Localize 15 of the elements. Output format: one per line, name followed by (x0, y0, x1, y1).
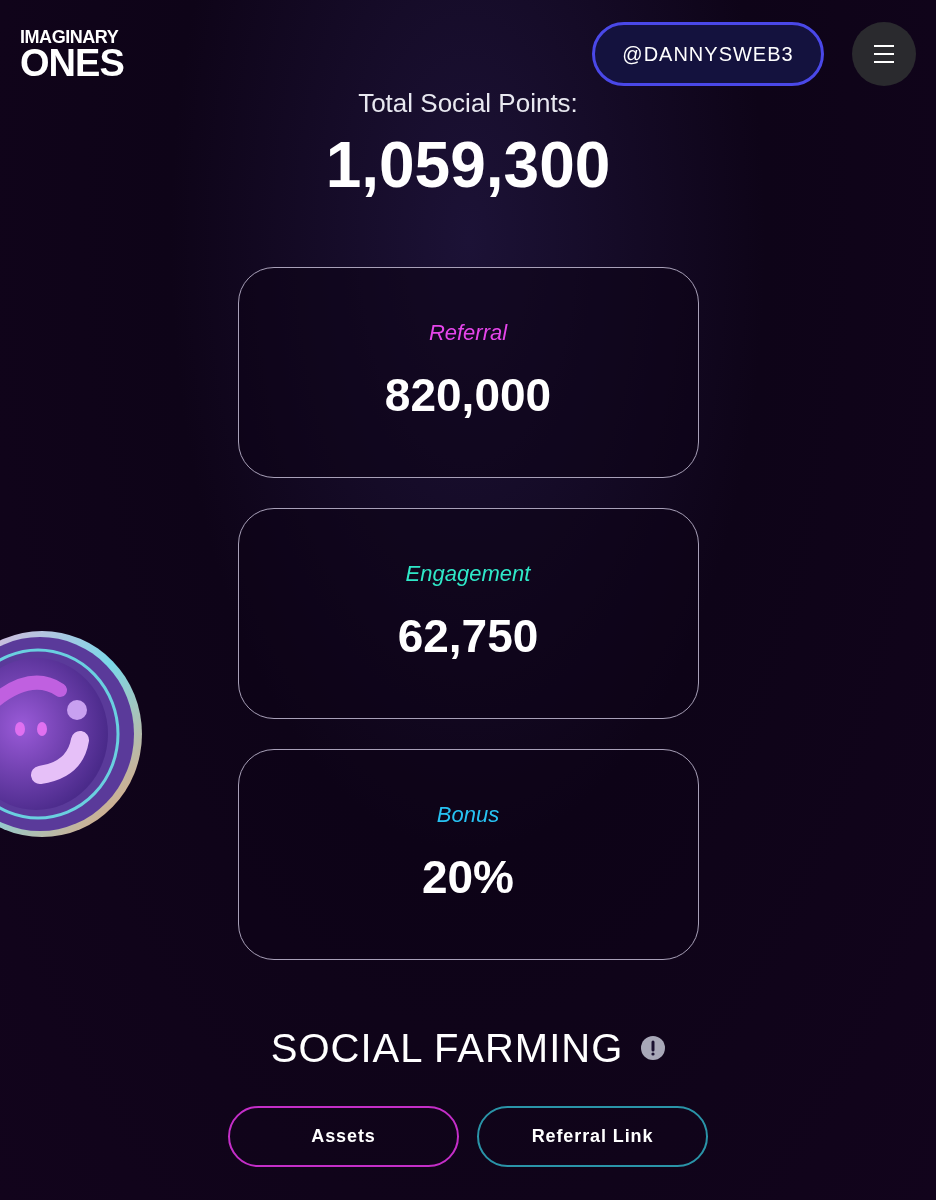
card-label: Bonus (436, 800, 500, 829)
card-value: 62,750 (397, 608, 539, 664)
card-label: Referral (428, 318, 508, 347)
user-button[interactable]: @DANNYSWEB3 (592, 22, 824, 86)
action-button[interactable]: Assets (228, 1106, 459, 1167)
action-button[interactable]: Referral Link (477, 1106, 708, 1167)
logo[interactable]: IMAGINARY ONES (20, 28, 124, 82)
total-points: 1,059,300 (325, 133, 611, 197)
card-value: 820,000 (384, 367, 552, 423)
card-label: Engagement (405, 559, 531, 588)
section-title: SOCIAL FARMING (270, 1025, 624, 1072)
info-icon[interactable] (641, 1036, 666, 1060)
card-value: 20% (421, 849, 515, 905)
menu-icon (873, 44, 895, 64)
total-label: Total Social Points: (358, 87, 578, 120)
